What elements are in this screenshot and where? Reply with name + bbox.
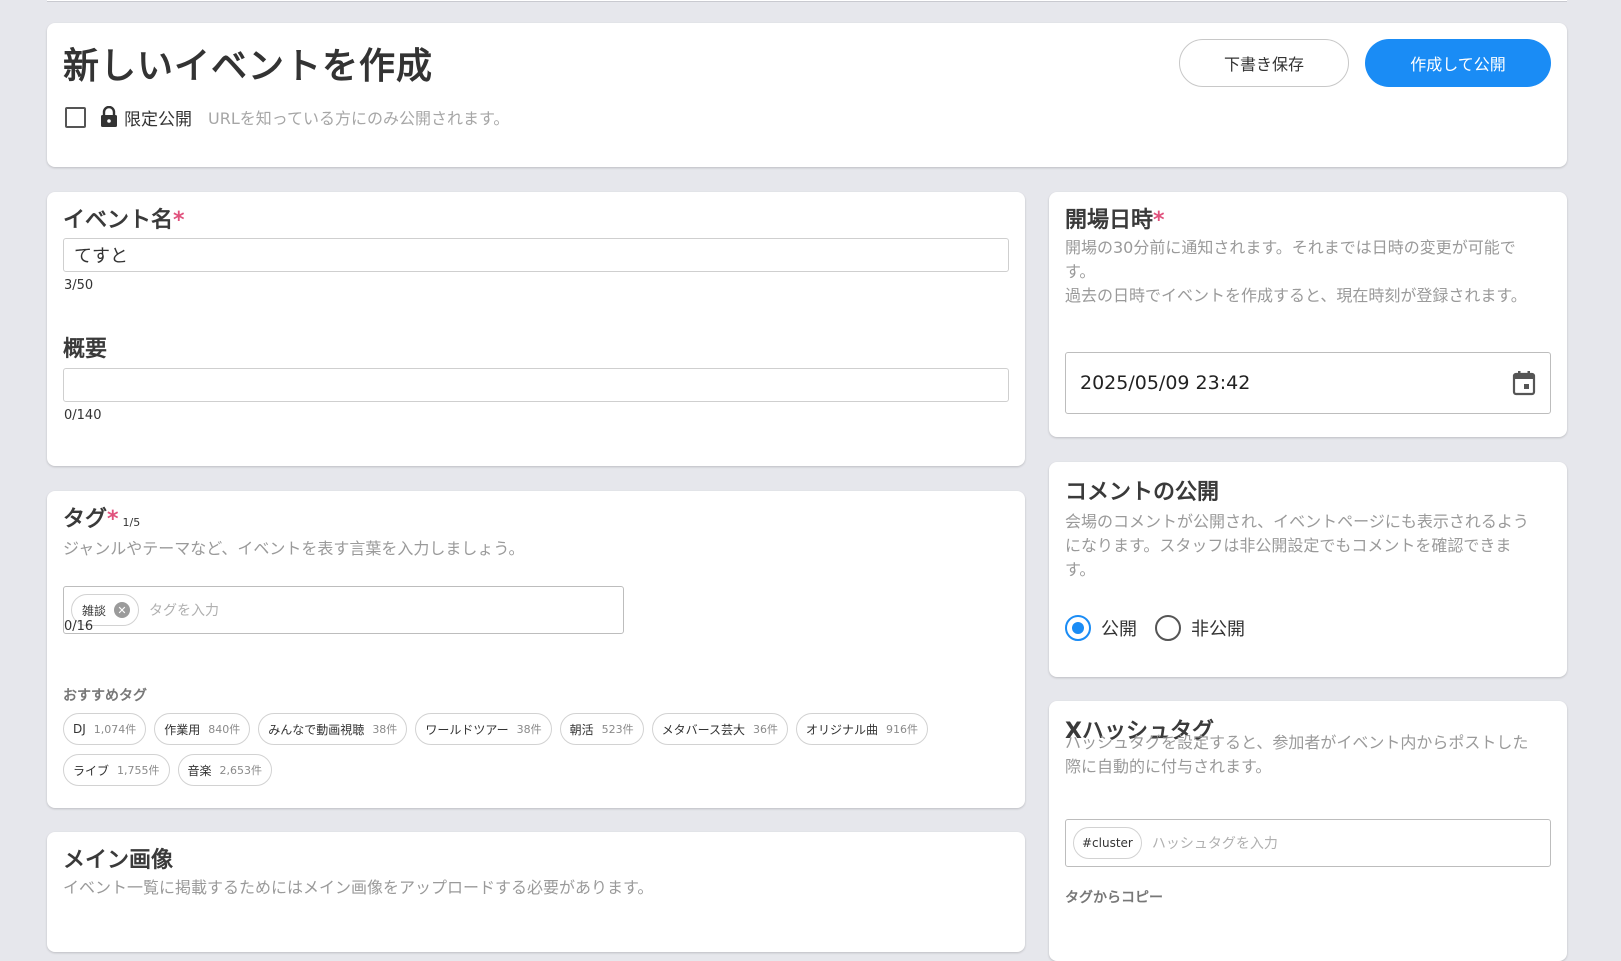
radio-private-label[interactable]: 非公開 <box>1191 615 1245 641</box>
event-name-input[interactable]: てすと <box>63 238 1009 272</box>
remove-tag-icon[interactable]: ✕ <box>114 602 131 618</box>
required-mark: * <box>107 507 119 532</box>
header-card: 新しいイベントを作成 下書き保存 作成して公開 限定公開 URLを知っている方に… <box>47 23 1567 167</box>
suggested-tag-work[interactable]: 作業用 840件 <box>154 713 251 745</box>
tag-counter: 0/16 <box>64 619 94 634</box>
suggested-tag-morning[interactable]: 朝活 523件 <box>559 713 644 745</box>
suggested-tag-world-tour[interactable]: ワールドツアー 38件 <box>415 713 552 745</box>
hashtag-card: Xハッシュタグ ハッシュタグを設定すると、参加者がイベント内からポストした際に自… <box>1049 701 1567 961</box>
hashtag-input-placeholder: ハッシュタグを入力 <box>1151 836 1278 852</box>
calendar-icon[interactable] <box>1512 370 1536 396</box>
limited-publish-label: 限定公開 <box>124 109 192 130</box>
radio-private[interactable] <box>1155 615 1181 641</box>
tag-label: タグ * 1/5 <box>63 507 141 532</box>
radio-public-label[interactable]: 公開 <box>1101 615 1137 641</box>
datetime-label: 開場日時* <box>1065 208 1165 233</box>
suggested-tag-live[interactable]: ライブ 1,755件 <box>63 754 170 786</box>
main-image-card: メイン画像 イベント一覧に掲載するためにはメイン画像をアップロードする必要があり… <box>47 832 1025 952</box>
tag-input-placeholder: タグを入力 <box>149 603 220 619</box>
suggested-tag-video[interactable]: みんなで動画視聴 38件 <box>258 713 408 745</box>
datetime-hint: 開場の30分前に通知されます。それまでは日時の変更が可能です。 過去の日時でイベ… <box>1065 238 1527 305</box>
event-info-card: イベント名* てすと 3/50 概要 0/140 <box>47 192 1025 466</box>
limited-publish-checkbox[interactable] <box>65 106 86 128</box>
suggested-tag-original-song[interactable]: オリジナル曲 916件 <box>796 713 929 745</box>
suggested-tags: DJ 1,074件 作業用 840件 みんなで動画視聴 38件 ワールドツアー 38件 … <box>63 713 1003 786</box>
datetime-input[interactable]: 2025/05/09 23:42 <box>1065 352 1551 414</box>
top-strip <box>47 0 1567 2</box>
summary-label: 概要 <box>63 337 108 362</box>
summary-counter: 0/140 <box>64 408 102 423</box>
suggested-tags-label: おすすめタグ <box>63 688 147 704</box>
selected-tag-label: 雑談 <box>82 603 107 618</box>
event-name-counter: 3/50 <box>64 278 94 293</box>
comment-visibility-card: コメントの公開 会場のコメントが公開され、イベントページにも表示されるようになり… <box>1049 462 1567 677</box>
radio-public[interactable] <box>1065 615 1091 641</box>
comment-visibility-options: 公開 非公開 <box>1065 615 1263 641</box>
event-name-label: イベント名* <box>63 208 185 233</box>
summary-input[interactable] <box>63 368 1009 402</box>
tag-count: 1/5 <box>122 516 141 529</box>
comment-visibility-label: コメントの公開 <box>1065 480 1220 505</box>
save-draft-button[interactable]: 下書き保存 <box>1179 39 1349 87</box>
limited-publish-hint: URLを知っている方にのみ公開されます。 <box>208 109 510 128</box>
datetime-value: 2025/05/09 23:42 <box>1080 372 1251 394</box>
hashtag-chip[interactable]: #cluster <box>1073 827 1142 859</box>
main-image-hint: イベント一覧に掲載するためにはメイン画像をアップロードする必要があります。 <box>63 878 654 897</box>
suggested-tag-metaverse-art[interactable]: メタバース芸大 36件 <box>651 713 789 745</box>
required-mark: * <box>1153 208 1165 233</box>
hashtag-input[interactable]: #cluster ハッシュタグを入力 <box>1065 819 1551 867</box>
hashtag-description: ハッシュタグを設定すると、参加者がイベント内からポストした際に自動的に付与されま… <box>1065 733 1529 776</box>
limited-publish-row: 限定公開 URLを知っている方にのみ公開されます。 <box>65 103 509 131</box>
tag-card: タグ * 1/5 ジャンルやテーマなど、イベントを表す言葉を入力しましょう。 雑談… <box>47 491 1025 808</box>
required-mark: * <box>173 208 185 233</box>
datetime-card: 開場日時* 開場の30分前に通知されます。それまでは日時の変更が可能です。 過去… <box>1049 192 1567 437</box>
lock-icon <box>101 106 117 127</box>
main-image-label: メイン画像 <box>63 848 174 873</box>
suggested-tag-dj[interactable]: DJ 1,074件 <box>63 713 147 745</box>
suggested-tag-music[interactable]: 音楽 2,653件 <box>177 754 273 786</box>
tag-hint: ジャンルやテーマなど、イベントを表す言葉を入力しましょう。 <box>63 539 525 558</box>
create-publish-button[interactable]: 作成して公開 <box>1365 39 1551 87</box>
copy-from-tags-label: タグからコピー <box>1065 890 1163 906</box>
tag-input[interactable]: 雑談 ✕ タグを入力 <box>63 586 624 634</box>
page-title: 新しいイベントを作成 <box>63 46 434 87</box>
comment-visibility-hint: 会場のコメントが公開され、イベントページにも表示されるようになります。スタッフは… <box>1065 512 1529 579</box>
